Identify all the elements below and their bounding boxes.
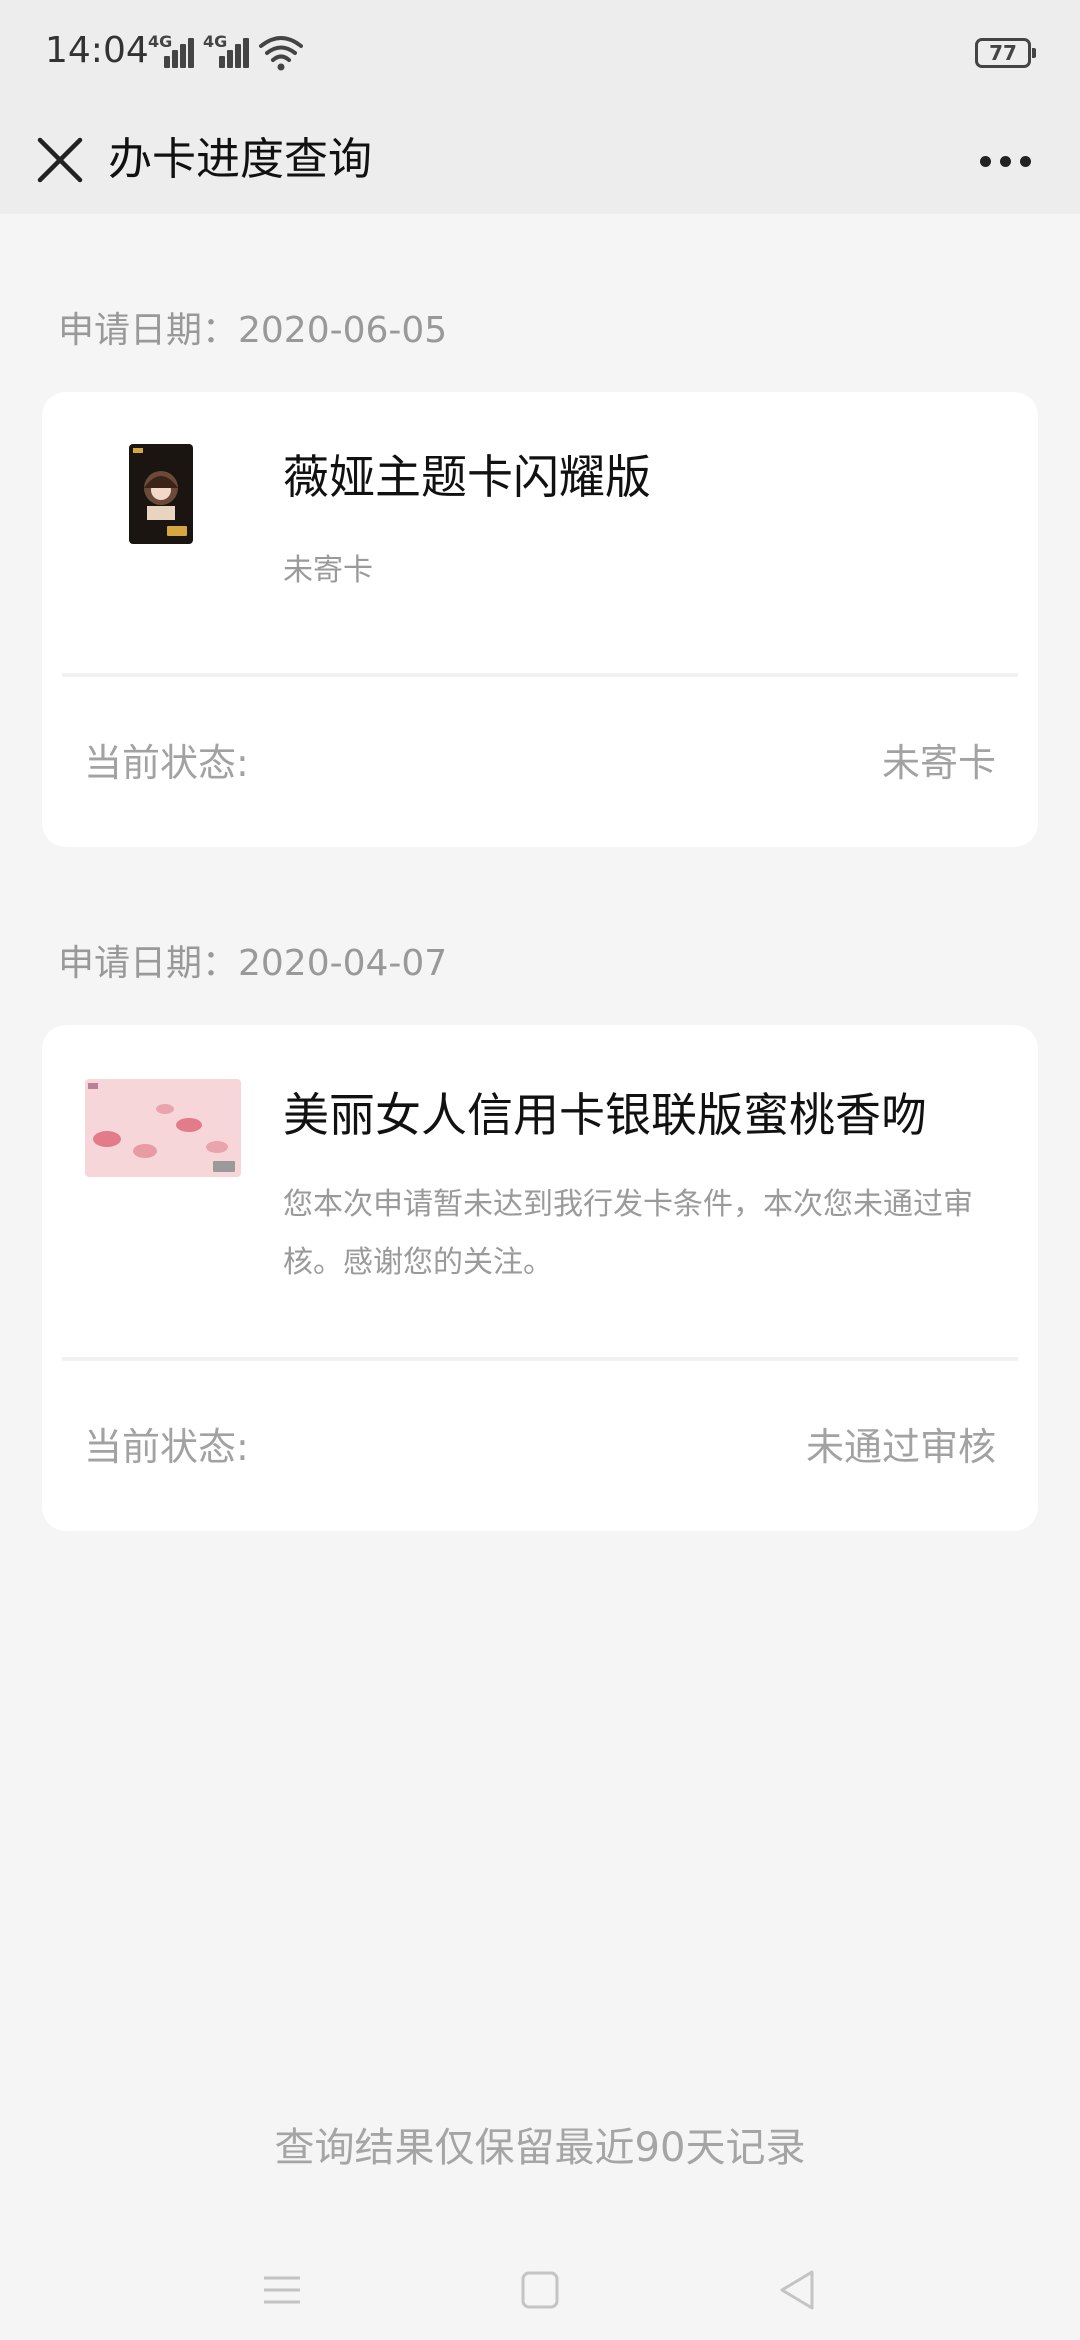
wifi-icon (259, 36, 303, 71)
divider (62, 673, 1018, 677)
network-type-label: 4G (148, 32, 173, 51)
card-name: 薇娅主题卡闪耀版 (283, 450, 651, 504)
divider (62, 1357, 1018, 1361)
current-status-value: 未通过审核 (805, 1425, 996, 1469)
close-icon (37, 137, 83, 183)
card-thumbnail-image (129, 444, 193, 544)
network-type-label: 4G (203, 32, 228, 51)
current-status-label: 当前状态: (84, 741, 249, 785)
menu-icon[interactable] (250, 2258, 314, 2322)
current-status-value: 未寄卡 (881, 741, 996, 785)
application-date: 申请日期：2020-06-05 (58, 310, 448, 351)
card-thumbnail-image (85, 1079, 241, 1177)
signal-icon: 4G (203, 32, 249, 68)
status-bar: 14:04 4G 4G 77 (0, 0, 1080, 108)
application-date: 申请日期：2020-04-07 (58, 943, 448, 984)
title-bar: 办卡进度查询 (0, 108, 1080, 214)
status-time: 14:04 (45, 30, 149, 71)
more-button[interactable] (970, 130, 1040, 190)
home-icon[interactable] (508, 2258, 572, 2322)
battery-icon: 77 (975, 38, 1036, 68)
card-name: 美丽女人信用卡银联版蜜桃香吻 (283, 1088, 927, 1142)
page-title: 办卡进度查询 (108, 134, 372, 185)
application-card[interactable]: 美丽女人信用卡银联版蜜桃香吻 您本次申请暂未达到我行发卡条件，本次您未通过审核。… (42, 1025, 1038, 1531)
application-card[interactable]: 薇娅主题卡闪耀版 未寄卡 当前状态: 未寄卡 (42, 392, 1038, 847)
card-status-description: 您本次申请暂未达到我行发卡条件，本次您未通过审核。感谢您的关注。 (283, 1187, 973, 1280)
signal-icon: 4G (148, 32, 194, 68)
back-icon[interactable] (766, 2258, 830, 2322)
card-status-description: 未寄卡 (283, 553, 373, 588)
close-button[interactable] (28, 128, 92, 192)
more-icon (980, 156, 991, 167)
footer-note: 查询结果仅保留最近90天记录 (274, 2125, 806, 2171)
system-nav-bar (0, 2240, 1080, 2340)
current-status-label: 当前状态: (84, 1425, 249, 1469)
